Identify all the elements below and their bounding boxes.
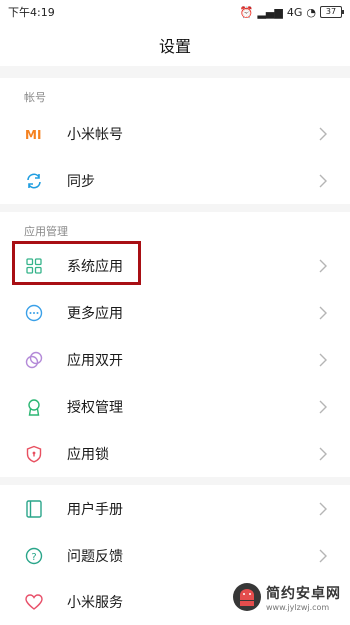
android-logo-icon: [233, 583, 261, 611]
wifi-icon: ◔: [306, 5, 316, 19]
list-item-sync[interactable]: 同步: [0, 157, 350, 204]
status-time: 下午4:19: [8, 6, 55, 19]
chevron-right-icon: [316, 174, 330, 188]
section-title-account: 帐号: [24, 91, 46, 104]
manual-book-icon: [24, 499, 44, 519]
mi-logo-icon: MI: [24, 124, 44, 144]
svg-text:MI: MI: [25, 128, 41, 140]
chevron-right-icon: [316, 502, 330, 516]
watermark-url: www.jylzwj.com: [266, 602, 330, 612]
list-item-label: 授权管理: [67, 399, 123, 416]
network-type: 4G: [286, 5, 303, 19]
section-divider: [0, 477, 350, 485]
page-title-bar: 设置: [0, 24, 350, 66]
status-indicators: ⏰ ▂▄▆ 4G ◔ 37: [239, 5, 344, 19]
more-dots-icon: [24, 303, 44, 323]
list-item-label: 系统应用: [67, 258, 123, 275]
chevron-right-icon: [316, 127, 330, 141]
list-item-label: 应用锁: [67, 446, 109, 463]
chevron-right-icon: [316, 306, 330, 320]
list-item-label: 小米帐号: [67, 126, 123, 143]
list-item-user-manual[interactable]: 用户手册: [0, 485, 350, 532]
list-item-label: 问题反馈: [67, 548, 123, 565]
watermark-name: 简约安卓网: [266, 585, 341, 602]
sync-icon: [24, 171, 44, 191]
list-item-label: 小米服务: [67, 594, 123, 611]
list-item-label: 用户手册: [67, 501, 123, 518]
status-bar: 下午4:19 ⏰ ▂▄▆ 4G ◔ 37: [0, 0, 350, 24]
list-item-app-lock[interactable]: 应用锁: [0, 430, 350, 477]
shield-lock-icon: [24, 444, 44, 464]
list-item-system-apps[interactable]: 系统应用: [0, 242, 350, 289]
list-item-dual-apps[interactable]: 应用双开: [0, 336, 350, 383]
battery-level: 37: [325, 7, 337, 16]
list-item-label: 更多应用: [67, 305, 123, 322]
section-divider: [0, 66, 350, 78]
page-title: 设置: [158, 37, 191, 56]
chevron-right-icon: [316, 353, 330, 367]
list-item-more-apps[interactable]: 更多应用: [0, 289, 350, 336]
watermark: 简约安卓网 www.jylzwj.com: [232, 578, 342, 616]
signal-icon: ▂▄▆: [257, 5, 283, 19]
chevron-right-icon: [316, 259, 330, 273]
svg-text:?: ?: [31, 552, 36, 563]
battery-icon: 37: [320, 6, 344, 18]
list-item-feedback[interactable]: ? 问题反馈: [0, 532, 350, 579]
dual-circles-icon: [24, 350, 44, 370]
list-item-permissions[interactable]: 授权管理: [0, 383, 350, 430]
list-item-mi-account[interactable]: MI 小米帐号: [0, 110, 350, 157]
badge-icon: [24, 397, 44, 417]
chevron-right-icon: [316, 447, 330, 461]
list-item-label: 同步: [67, 173, 95, 190]
alarm-icon: ⏰: [239, 5, 254, 19]
section-title-apps: 应用管理: [24, 225, 68, 238]
question-icon: ?: [24, 546, 44, 566]
chevron-right-icon: [316, 400, 330, 414]
grid-apps-icon: [24, 256, 44, 276]
list-item-label: 应用双开: [67, 352, 123, 369]
section-divider: [0, 204, 350, 212]
heart-icon: [24, 592, 44, 612]
chevron-right-icon: [316, 549, 330, 563]
